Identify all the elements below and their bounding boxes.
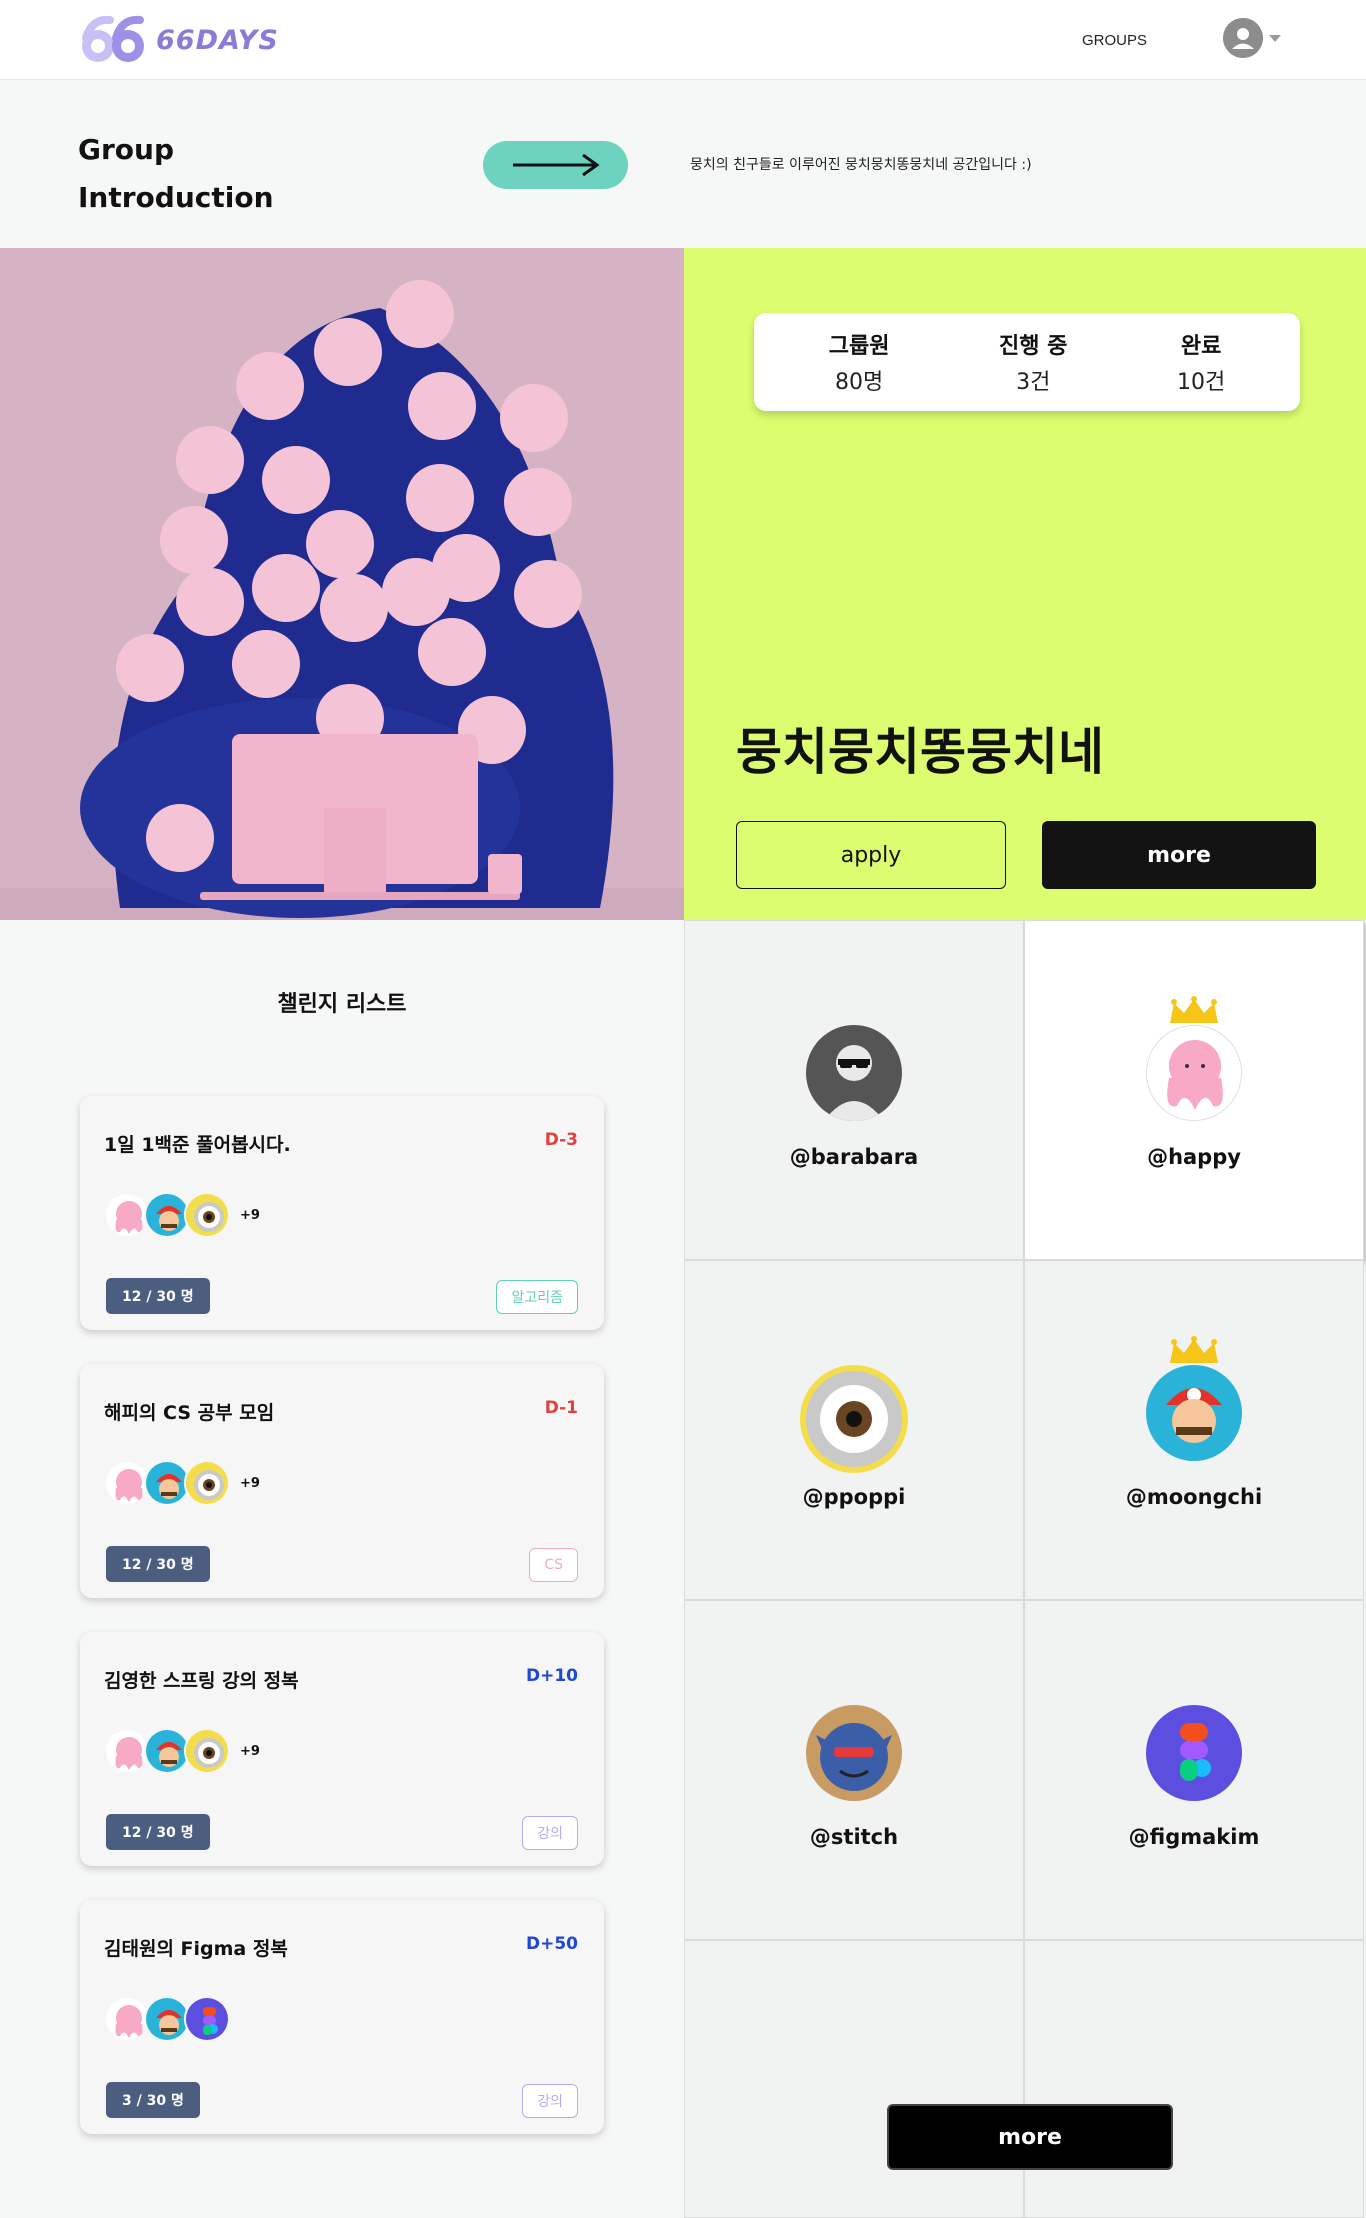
top-nav: 66DAYS GROUPS <box>0 0 1366 80</box>
participant-extra-count: +9 <box>240 1207 260 1223</box>
minion-avatar-icon <box>184 1460 230 1506</box>
group-summary-panel: 그룹원 80명 진행 중 3건 완료 10건 뭉치뭉치똥뭉치네 apply mo… <box>684 248 1366 920</box>
member-card[interactable]: @happy <box>1024 920 1364 1260</box>
challenge-tag[interactable]: 강의 <box>522 1816 578 1850</box>
group-intro-bar: Group Introduction 뭉치의 친구들로 이루어진 뭉치뭉치똥뭉치… <box>0 80 1366 248</box>
sunglasses-avatar-icon <box>806 1025 902 1121</box>
member-grid: @barabara @happy @ppoppi @moongchi @stit… <box>684 920 1366 2218</box>
participant-extra-count: +9 <box>240 1475 260 1491</box>
challenge-title: 해피의 CS 공부 모임 <box>104 1402 275 1424</box>
crown-icon <box>1170 1336 1218 1363</box>
challenge-dday: D+10 <box>525 1666 578 1686</box>
participant-count-badge: 12 / 30 명 <box>106 1278 210 1314</box>
participant-count-badge: 3 / 30 명 <box>106 2082 200 2118</box>
group-cover-image <box>0 248 684 920</box>
challenge-dday: D-3 <box>544 1130 578 1150</box>
intro-description: 뭉치의 친구들로 이루어진 뭉치뭉치똥뭉치네 공간입니다 :) <box>690 157 1032 173</box>
minion-avatar-icon <box>800 1365 908 1473</box>
group-stats-card: 그룹원 80명 진행 중 3건 완료 10건 <box>754 313 1300 411</box>
logo[interactable]: 66DAYS <box>78 14 279 66</box>
members-more-button[interactable]: more <box>887 2104 1173 2170</box>
figma-avatar-icon <box>1146 1705 1242 1801</box>
group-more-button[interactable]: more <box>1042 821 1316 889</box>
member-name: @figmakim <box>1128 1825 1260 1849</box>
member-name: @ppoppi <box>802 1485 906 1509</box>
member-card[interactable]: @moongchi <box>1024 1260 1364 1600</box>
challenge-tag[interactable]: 알고리즘 <box>496 1280 578 1314</box>
logo-text: 66DAYS <box>156 24 279 56</box>
crown-icon <box>1170 996 1218 1023</box>
challenge-list-section: 챌린지 리스트 1일 1백준 풀어봅시다. D-3 +9 12 / 30 명 알… <box>0 920 684 2218</box>
participant-count-badge: 12 / 30 명 <box>106 1814 210 1850</box>
challenge-card[interactable]: 김태원의 Figma 정복 D+50 3 / 30 명 강의 <box>80 1900 604 2134</box>
member-name: @barabara <box>789 1145 919 1169</box>
member-card[interactable]: @barabara <box>684 920 1024 1260</box>
arrow-right-icon <box>513 153 600 177</box>
caret-down-icon[interactable] <box>1269 34 1281 42</box>
participant-avatars: +9 <box>104 1728 260 1774</box>
member-card-empty <box>684 1940 1024 2218</box>
minion-avatar-icon <box>184 1728 230 1774</box>
challenge-title: 1일 1백준 풀어봅시다. <box>104 1134 291 1156</box>
stat-completed: 완료 10건 <box>1176 334 1226 395</box>
challenge-card[interactable]: 김영한 스프링 강의 정복 D+10 +9 12 / 30 명 강의 <box>80 1632 604 1866</box>
member-name: @moongchi <box>1125 1485 1263 1509</box>
member-name: @stitch <box>809 1825 899 1849</box>
member-card[interactable]: @figmakim <box>1024 1600 1364 1940</box>
stat-in-progress: 진행 중 3건 <box>999 334 1068 395</box>
member-name: @happy <box>1147 1145 1241 1169</box>
challenge-card[interactable]: 1일 1백준 풀어봅시다. D-3 +9 12 / 30 명 알고리즘 <box>80 1096 604 1330</box>
challenge-card[interactable]: 해피의 CS 공부 모임 D-1 +9 12 / 30 명 CS <box>80 1364 604 1598</box>
figma-avatar-icon <box>184 1996 230 2042</box>
apply-button[interactable]: apply <box>736 821 1006 889</box>
challenge-tag[interactable]: 강의 <box>522 2084 578 2118</box>
challenge-dday: D-1 <box>544 1398 578 1418</box>
participant-count-badge: 12 / 30 명 <box>106 1546 210 1582</box>
challenge-title: 김영한 스프링 강의 정복 <box>104 1670 299 1692</box>
nav-groups-link[interactable]: GROUPS <box>1082 32 1147 49</box>
intro-title: Group Introduction <box>78 133 274 214</box>
group-name: 뭉치뭉치똥뭉치네 <box>736 723 1104 781</box>
minion-avatar-icon <box>184 1192 230 1238</box>
member-card[interactable]: @stitch <box>684 1600 1024 1940</box>
intro-arrow-button[interactable] <box>483 141 628 189</box>
user-menu[interactable] <box>1223 18 1281 58</box>
stat-members: 그룹원 80명 <box>828 334 890 395</box>
logo-mark-icon <box>82 15 144 62</box>
participant-extra-count: +9 <box>240 1743 260 1759</box>
member-card[interactable]: @ppoppi <box>684 1260 1024 1600</box>
participant-avatars: +9 <box>104 1460 260 1506</box>
challenge-list-title: 챌린지 리스트 <box>277 992 407 1017</box>
user-avatar-icon[interactable] <box>1223 18 1263 58</box>
participant-avatars <box>104 1996 240 2042</box>
mario-avatar-icon <box>1146 1365 1242 1461</box>
challenge-title: 김태원의 Figma 정복 <box>104 1938 288 1960</box>
member-card-empty <box>1024 1940 1364 2218</box>
challenge-dday: D+50 <box>525 1934 578 1954</box>
participant-avatars: +9 <box>104 1192 260 1238</box>
octopus-avatar-icon <box>1146 1025 1242 1121</box>
challenge-tag[interactable]: CS <box>529 1548 578 1582</box>
stitch-avatar-icon <box>806 1705 902 1801</box>
